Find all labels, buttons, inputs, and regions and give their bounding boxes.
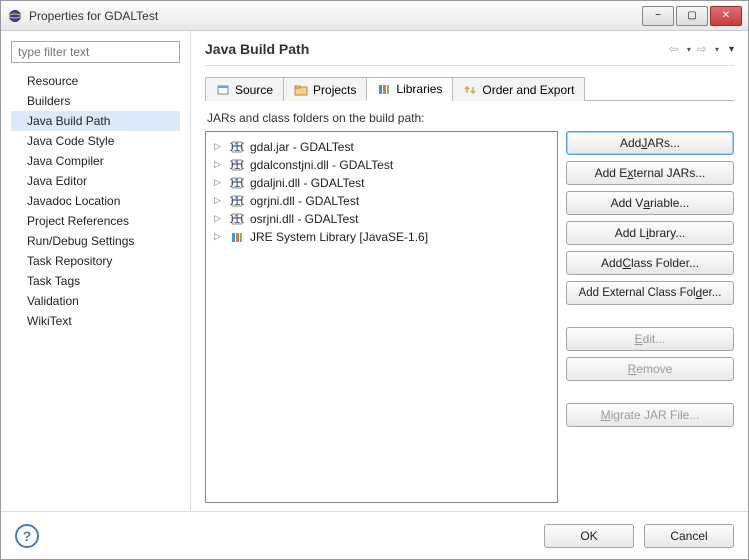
back-icon[interactable]: ⇦ — [669, 42, 679, 56]
expand-icon[interactable]: ▷ — [214, 141, 221, 152]
ok-button[interactable]: OK — [544, 524, 634, 548]
add-class-folder-button[interactable]: Add Class Folder... — [566, 251, 734, 275]
properties-dialog: Properties for GDALTest − ▢ ✕ ResourceBu… — [0, 0, 749, 560]
dialog-footer: ? OK Cancel — [1, 511, 748, 559]
cancel-button[interactable]: Cancel — [644, 524, 734, 548]
svg-text:010: 010 — [230, 158, 244, 172]
category-list: ResourceBuildersJava Build PathJava Code… — [11, 71, 180, 501]
jar-icon: 010 — [230, 140, 244, 154]
sidebar-item-javadoc-location[interactable]: Javadoc Location — [11, 191, 180, 211]
add-jars-button[interactable]: Add JARs... — [566, 131, 734, 155]
expand-icon[interactable]: ▷ — [214, 231, 221, 242]
category-sidebar: ResourceBuildersJava Build PathJava Code… — [1, 31, 191, 511]
forward-menu-icon[interactable]: ▾ — [715, 45, 719, 54]
sidebar-item-task-repository[interactable]: Task Repository — [11, 251, 180, 271]
add-external-jars-button[interactable]: Add External JARs... — [566, 161, 734, 185]
jar-icon: 010 — [230, 176, 244, 190]
svg-text:010: 010 — [230, 140, 244, 154]
library-icon — [230, 230, 244, 244]
jar-icon: 010 — [230, 212, 244, 226]
library-entry[interactable]: ▷ 010 gdal.jar - GDALTest — [208, 138, 555, 156]
entry-label: gdaljni.dll - GDALTest — [250, 176, 365, 190]
main-header: Java Build Path ⇦ ▾ ⇨ ▾ ▾ — [205, 41, 734, 57]
library-entry[interactable]: ▷ 010 gdaljni.dll - GDALTest — [208, 174, 555, 192]
edit-button: Edit... — [566, 327, 734, 351]
body-area: SourceProjectsLibrariesOrder and Export … — [205, 65, 734, 503]
expand-icon[interactable]: ▷ — [214, 159, 221, 170]
sidebar-item-project-references[interactable]: Project References — [11, 211, 180, 231]
svg-text:010: 010 — [230, 176, 244, 190]
page-title: Java Build Path — [205, 41, 669, 57]
add-variable-button[interactable]: Add Variable... — [566, 191, 734, 215]
sidebar-item-java-code-style[interactable]: Java Code Style — [11, 131, 180, 151]
libraries-list[interactable]: ▷ 010 gdal.jar - GDALTest ▷ 010 gdalconstjni.… — [205, 131, 558, 503]
entry-label: JRE System Library [JavaSE-1.6] — [250, 230, 428, 244]
window-title: Properties for GDALTest — [29, 9, 640, 23]
tab-bar: SourceProjectsLibrariesOrder and Export — [205, 76, 734, 101]
tab-source[interactable]: Source — [205, 77, 284, 101]
libraries-tab-icon — [377, 82, 391, 96]
sidebar-item-wikitext[interactable]: WikiText — [11, 311, 180, 331]
entry-label: gdalconstjni.dll - GDALTest — [250, 158, 393, 172]
sidebar-item-java-editor[interactable]: Java Editor — [11, 171, 180, 191]
expand-icon[interactable]: ▷ — [214, 195, 221, 206]
order-and-export-tab-icon — [463, 83, 477, 97]
library-entry[interactable]: ▷ JRE System Library [JavaSE-1.6] — [208, 228, 555, 246]
sidebar-item-resource[interactable]: Resource — [11, 71, 180, 91]
library-entry[interactable]: ▷ 010 ogrjni.dll - GDALTest — [208, 192, 555, 210]
maximize-button[interactable]: ▢ — [676, 6, 708, 26]
back-menu-icon[interactable]: ▾ — [687, 45, 691, 54]
sidebar-item-validation[interactable]: Validation — [11, 291, 180, 311]
minimize-button[interactable]: − — [642, 6, 674, 26]
window-controls: − ▢ ✕ — [640, 6, 742, 26]
sidebar-item-java-compiler[interactable]: Java Compiler — [11, 151, 180, 171]
forward-icon[interactable]: ⇨ — [697, 42, 707, 56]
tab-projects[interactable]: Projects — [283, 77, 367, 101]
svg-text:010: 010 — [230, 212, 244, 226]
add-external-class-folder-button[interactable]: Add External Class Folder... — [566, 281, 734, 305]
main-panel: Java Build Path ⇦ ▾ ⇨ ▾ ▾ SourceProjectsLi… — [191, 31, 748, 511]
sidebar-item-java-build-path[interactable]: Java Build Path — [11, 111, 180, 131]
sidebar-item-run-debug-settings[interactable]: Run/Debug Settings — [11, 231, 180, 251]
library-entry[interactable]: ▷ 010 gdalconstjni.dll - GDALTest — [208, 156, 555, 174]
filter-input[interactable] — [11, 41, 180, 63]
panel-subtitle: JARs and class folders on the build path… — [207, 111, 734, 125]
library-entry[interactable]: ▷ 010 osrjni.dll - GDALTest — [208, 210, 555, 228]
entry-label: gdal.jar - GDALTest — [250, 140, 354, 154]
help-icon[interactable]: ? — [15, 524, 39, 548]
tab-order-and-export[interactable]: Order and Export — [452, 77, 585, 101]
add-library-button[interactable]: Add Library... — [566, 221, 734, 245]
eclipse-icon — [7, 8, 23, 24]
tab-libraries[interactable]: Libraries — [366, 77, 453, 101]
view-menu-icon[interactable]: ▾ — [729, 44, 734, 55]
svg-text:010: 010 — [230, 194, 244, 208]
expand-icon[interactable]: ▷ — [214, 213, 221, 224]
entry-label: ogrjni.dll - GDALTest — [250, 194, 359, 208]
history-nav: ⇦ ▾ ⇨ ▾ ▾ — [669, 42, 734, 56]
migrate-jar-button: Migrate JAR File... — [566, 403, 734, 427]
libraries-panel: ▷ 010 gdal.jar - GDALTest ▷ 010 gdalconstjni.… — [205, 131, 734, 503]
expand-icon[interactable]: ▷ — [214, 177, 221, 188]
close-button[interactable]: ✕ — [710, 6, 742, 26]
button-column: Add JARs... Add External JARs... Add Var… — [566, 131, 734, 503]
projects-tab-icon — [294, 83, 308, 97]
remove-button: Remove — [566, 357, 734, 381]
title-bar: Properties for GDALTest − ▢ ✕ — [1, 1, 748, 31]
sidebar-item-task-tags[interactable]: Task Tags — [11, 271, 180, 291]
jar-icon: 010 — [230, 194, 244, 208]
jar-icon: 010 — [230, 158, 244, 172]
sidebar-item-builders[interactable]: Builders — [11, 91, 180, 111]
source-tab-icon — [216, 83, 230, 97]
entry-label: osrjni.dll - GDALTest — [250, 212, 358, 226]
dialog-content: ResourceBuildersJava Build PathJava Code… — [1, 31, 748, 511]
